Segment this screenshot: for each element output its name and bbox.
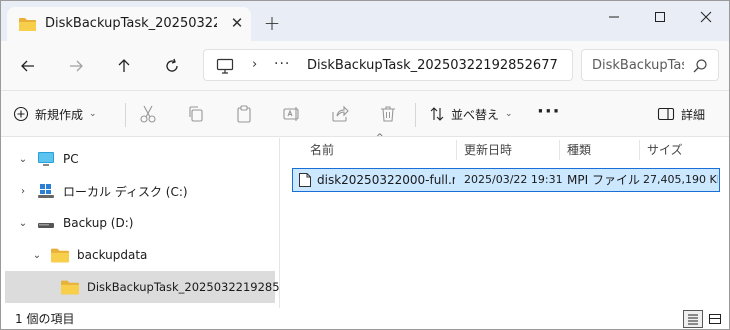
title-bar: DiskBackupTask_20250322192852677 ✕ + xyxy=(1,1,729,41)
breadcrumb-chevron-icon[interactable]: › xyxy=(252,56,262,74)
toolbar-divider xyxy=(415,103,416,127)
close-tab-icon[interactable]: ✕ xyxy=(227,13,247,33)
refresh-button[interactable] xyxy=(159,53,185,79)
sort-icon xyxy=(430,107,444,121)
command-bar: 新規作成 ⌄ 並べ替え ⌄ ··· 詳細 xyxy=(1,91,729,137)
minimize-icon xyxy=(609,16,619,18)
details-pane-button[interactable]: 詳細 xyxy=(657,101,719,127)
breadcrumb-overflow-button[interactable]: ··· xyxy=(274,54,294,74)
column-header-type[interactable]: 種類 xyxy=(559,138,639,162)
nav-item-local-disk-c[interactable]: › ローカル ディスク (C:) xyxy=(17,175,267,207)
windows-drive-icon xyxy=(38,184,54,198)
file-name: disk20250322000-full.mpi xyxy=(317,173,455,187)
arrow-left-icon xyxy=(21,60,34,72)
maximize-icon xyxy=(655,12,665,22)
item-count: 1 個の項目 xyxy=(15,312,75,326)
folder-icon xyxy=(61,280,79,295)
cut-icon[interactable] xyxy=(138,104,158,124)
nav-item-pc[interactable]: ⌄ PC xyxy=(17,143,267,175)
chevron-down-icon[interactable]: ⌄ xyxy=(17,217,29,229)
toolbar-divider xyxy=(125,103,126,127)
folder-icon xyxy=(51,248,69,263)
column-header-date[interactable]: 更新日時 xyxy=(456,138,556,162)
drive-icon xyxy=(38,223,54,228)
chevron-down-icon: ⌄ xyxy=(89,109,97,119)
nav-item-label: backupdata xyxy=(77,248,148,262)
monitor-icon xyxy=(216,58,234,74)
pc-icon xyxy=(38,152,54,166)
up-button[interactable] xyxy=(111,53,137,79)
copy-icon[interactable] xyxy=(186,104,206,124)
status-bar: 1 個の項目 xyxy=(1,308,729,329)
close-window-button[interactable] xyxy=(683,1,729,33)
new-button-label: 新規作成 xyxy=(35,107,84,122)
back-button[interactable] xyxy=(15,53,41,79)
new-button[interactable]: 新規作成 ⌄ xyxy=(13,101,109,127)
nav-item-label: DiskBackupTask_20250322192852677 xyxy=(87,280,309,294)
tiles-view-button[interactable] xyxy=(705,310,725,328)
breadcrumb-current[interactable]: DiskBackupTask_20250322192852677 xyxy=(307,57,567,75)
search-field[interactable]: DiskBackupTask_20250322192852677 xyxy=(581,49,719,81)
list-view-icon xyxy=(688,314,698,325)
maximize-button[interactable] xyxy=(637,1,683,33)
new-tab-button[interactable]: + xyxy=(261,13,283,35)
chevron-down-icon[interactable]: ⌄ xyxy=(31,249,43,261)
close-icon xyxy=(700,11,712,23)
tiles-view-icon xyxy=(709,314,721,324)
file-list: ^ 名前 更新日時 種類 サイズ disk20250322000-full.mp… xyxy=(280,133,729,308)
details-pane-icon xyxy=(657,107,675,121)
rename-icon[interactable] xyxy=(282,104,302,124)
file-type: MPI ファイル xyxy=(567,173,640,187)
share-icon[interactable] xyxy=(330,104,350,124)
forward-button[interactable] xyxy=(63,53,89,79)
folder-icon xyxy=(19,18,36,31)
file-date: 2025/03/22 19:31 xyxy=(464,173,562,186)
file-size: 27,405,190 KB xyxy=(643,173,718,186)
minimize-button[interactable] xyxy=(591,1,637,33)
more-options-button[interactable]: ··· xyxy=(537,101,560,127)
navigation-pane: ⌄ PC › ローカル ディスク (C:) ⌄ Backup (D:) ⌄ ba… xyxy=(1,138,309,308)
address-bar-row: › ··· DiskBackupTask_20250322192852677 D… xyxy=(1,41,729,91)
chevron-down-icon[interactable]: ⌄ xyxy=(17,153,29,165)
chevron-down-icon: ⌄ xyxy=(505,109,513,119)
nav-item-diskbackuptask[interactable]: DiskBackupTask_20250322192852677 xyxy=(5,271,309,303)
paste-icon[interactable] xyxy=(234,104,254,124)
address-field[interactable]: › ··· DiskBackupTask_20250322192852677 xyxy=(203,49,573,81)
nav-item-label: ローカル ディスク (C:) xyxy=(63,184,188,199)
file-explorer-window: DiskBackupTask_20250322192852677 ✕ + › xyxy=(0,0,730,330)
details-label: 詳細 xyxy=(681,107,706,122)
delete-icon[interactable] xyxy=(378,104,398,124)
file-row[interactable]: disk20250322000-full.mpi 2025/03/22 19:3… xyxy=(292,168,720,192)
sort-button[interactable]: 並べ替え ⌄ xyxy=(429,101,519,127)
nav-item-backupdata[interactable]: ⌄ backupdata xyxy=(31,239,267,271)
search-placeholder: DiskBackupTask_20250322192852677 xyxy=(592,58,684,73)
active-tab[interactable]: DiskBackupTask_20250322192852677 ✕ xyxy=(7,7,251,41)
details-view-button[interactable] xyxy=(683,310,703,328)
refresh-icon xyxy=(166,58,178,72)
column-header-size[interactable]: サイズ xyxy=(639,138,727,162)
file-icon xyxy=(299,173,311,187)
nav-item-label: PC xyxy=(63,152,79,166)
arrow-right-icon xyxy=(70,60,83,72)
search-icon xyxy=(693,59,707,73)
arrow-up-icon xyxy=(118,59,130,72)
column-header-name[interactable]: 名前 xyxy=(302,138,452,162)
sort-button-label: 並べ替え xyxy=(451,107,500,122)
chevron-right-icon[interactable]: › xyxy=(17,185,29,197)
plus-circle-icon xyxy=(13,106,29,122)
nav-item-label: Backup (D:) xyxy=(63,216,134,230)
tab-title: DiskBackupTask_20250322192852677 xyxy=(45,16,217,31)
nav-item-backup-d[interactable]: ⌄ Backup (D:) xyxy=(17,207,267,239)
